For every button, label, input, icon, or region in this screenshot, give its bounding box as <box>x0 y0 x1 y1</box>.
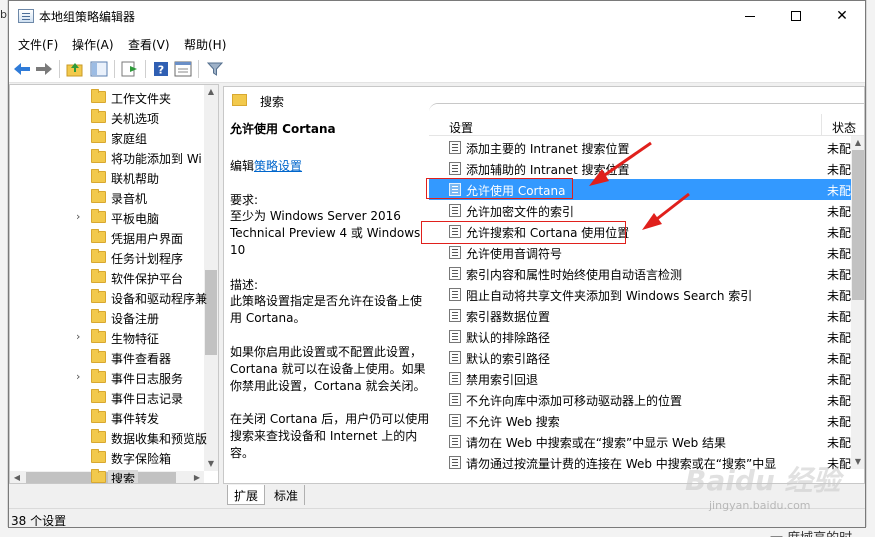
background-bottom-text: 一 度域高的时 <box>770 527 852 537</box>
background-window-left: b <box>0 0 8 537</box>
background-window-bottom: 一 度域高的时 <box>0 527 875 537</box>
annotation-arrows <box>589 141 690 230</box>
red-arrow-icon <box>589 141 652 186</box>
tab-extended[interactable]: 扩展 <box>227 485 266 505</box>
background-window-right <box>866 0 875 537</box>
red-arrow-icon <box>642 192 690 230</box>
gpedit-window: 本地组策略编辑器 ✕ 文件(F) 操作(A) 查看(V) 帮助(H) ? ▲ ▼… <box>8 0 866 528</box>
tab-standard[interactable]: 标准 <box>268 485 306 505</box>
watermark: Baidu 经验 jingyan.baidu.com <box>685 459 865 519</box>
background-left-text: b <box>0 8 7 21</box>
watermark-url: jingyan.baidu.com <box>709 499 811 512</box>
status-text: 38 个设置 <box>11 514 67 528</box>
watermark-logo: Baidu 经验 <box>685 464 841 497</box>
